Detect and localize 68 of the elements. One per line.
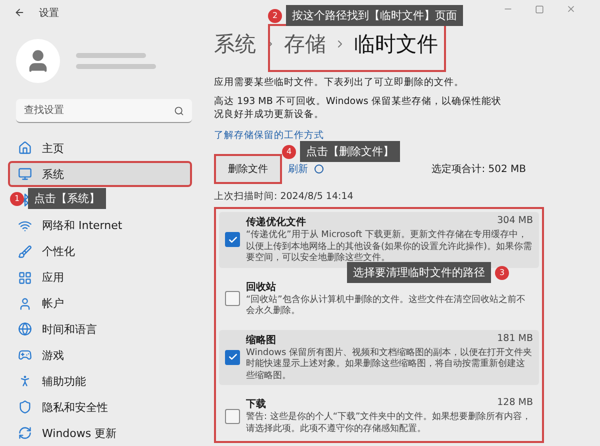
monitor-icon [18,167,32,182]
search-field[interactable]: 查找设置 [16,99,192,124]
brush-icon [18,244,32,259]
sidebar-item[interactable]: 网络和 Internet [8,212,192,239]
maximize-icon[interactable] [535,4,544,14]
description-text: 高达 193 MB 不可回收。Windows 保留某些存储，以确保性能状况良好并成功更新设备。 [214,95,502,121]
wifi-icon [18,218,32,233]
step-number: 4 [282,144,296,158]
search-icon [174,106,184,116]
checkbox[interactable] [225,232,240,248]
check-icon [228,352,238,362]
sidebar-item[interactable]: 游戏 [8,342,192,368]
category-description: Windows 保留所有图片、视频和文档缩略图的副本，以便在打开文件夹时能快速显示上述对象。如果删除这些缩略图，将自动按需重新创建这些缩略图。 [246,348,533,382]
checkbox[interactable] [225,408,240,424]
annotation-label: 按这个路径找到【临时文件】页面 [286,5,463,26]
refresh-icon [18,426,32,440]
sidebar-item[interactable]: 系统 [8,161,192,188]
sidebar-item[interactable]: 个性化 [8,238,192,265]
close-icon[interactable] [566,4,576,14]
breadcrumb-item[interactable]: 存储 [284,30,326,58]
category-name: 传递优化文件 [246,215,306,229]
annotation-label: 点击【删除文件】 [300,141,400,162]
file-category-item[interactable]: 缩略图 181 MB Windows 保留所有图片、视频和文档缩略图的副本，以便在打开文件夹时能快速显示上述对象。如果删除这些缩略图，将自动按需重新创建这些缩略图。 [219,330,539,385]
breadcrumb-item[interactable]: 系统 [214,30,256,58]
category-description: 警告: 这些是你的个人“下载”文件夹中的文件。如果想要删除所有内容，请选择此项。此项不遵守你的存储感知配置。 [246,412,532,435]
annotation-label: 选择要清理临时文件的路径 [347,262,491,283]
category-description: “回收站”包含你从计算机中删除的文件。这些文件在清空回收站之前不会永久删除。 [246,294,526,318]
person-icon [18,296,32,311]
step-number: 1 [10,192,24,206]
sidebar-item[interactable]: 时间和语言 [8,316,192,342]
checkbox[interactable] [225,291,240,306]
category-size: 128 MB [497,397,533,410]
avatar [16,39,60,84]
last-scan-time: 上次扫描时间: 2024/8/5 14:14 [214,190,354,203]
spinner-icon [314,164,324,174]
delete-files-button[interactable]: 删除文件 [214,154,282,184]
shield-icon [18,400,32,414]
category-name: 缩略图 [246,334,276,346]
sidebar-item[interactable]: 帐户 [8,290,192,317]
back-icon[interactable] [14,7,25,18]
category-description: “传递优化”用于从 Microsoft 下载更新。更新文件存储在专用缓存中，以便上传到本地网络上的其他设备(如果你的设置允许此操作)。如果你需要空间，可以安全地删除这些文件。 [246,230,533,264]
window-title: 设置 [39,6,59,20]
file-category-item[interactable]: 下载 128 MB 警告: 这些是你的个人“下载”文件夹中的文件。如果想要删除所有内容，请选择此项。此项不遵守你的存储感知配置。 [219,394,539,438]
sidebar-item[interactable]: Windows 更新 [8,420,192,446]
description-text: 应用需要某些临时文件。下表列出了可立即删除的文件。 [214,76,465,89]
sidebar-item[interactable]: 辅助功能 [8,368,192,394]
sidebar-item[interactable]: 隐私和安全性 [8,394,192,420]
category-name: 回收站 [246,280,276,294]
breadcrumb-item: 临时文件 [354,31,438,58]
file-category-item[interactable]: 传递优化文件 304 MB “传递优化”用于从 Microsoft 下载更新。更新文件存储在专用缓存中，以便上传到本地网络上的其他设备(如果你的设置允许此操作)。如果你需要空间，可以安全地删除这些文件。 [219,212,539,268]
blurred-name [76,53,146,58]
check-icon [228,234,238,245]
checkbox[interactable] [225,350,240,365]
apps-icon [18,270,32,285]
refresh-link[interactable]: 刷新 [288,162,308,176]
step-number: 2 [268,8,282,22]
category-size: 181 MB [497,332,533,346]
help-link[interactable]: 了解存储保留的工作方式 [214,129,576,142]
category-size: 304 MB [497,215,533,228]
annotation-label: 点击【系统】 [28,188,106,209]
person-icon [18,374,32,388]
home-icon [18,141,32,156]
total-size: 选定项合计: 502 MB [432,162,526,176]
globe-icon [18,322,32,336]
category-name: 下载 [246,398,266,411]
sidebar-item[interactable]: 主页 [8,135,192,162]
sidebar-item[interactable]: 应用 [8,264,192,291]
gamepad-icon [18,348,32,362]
